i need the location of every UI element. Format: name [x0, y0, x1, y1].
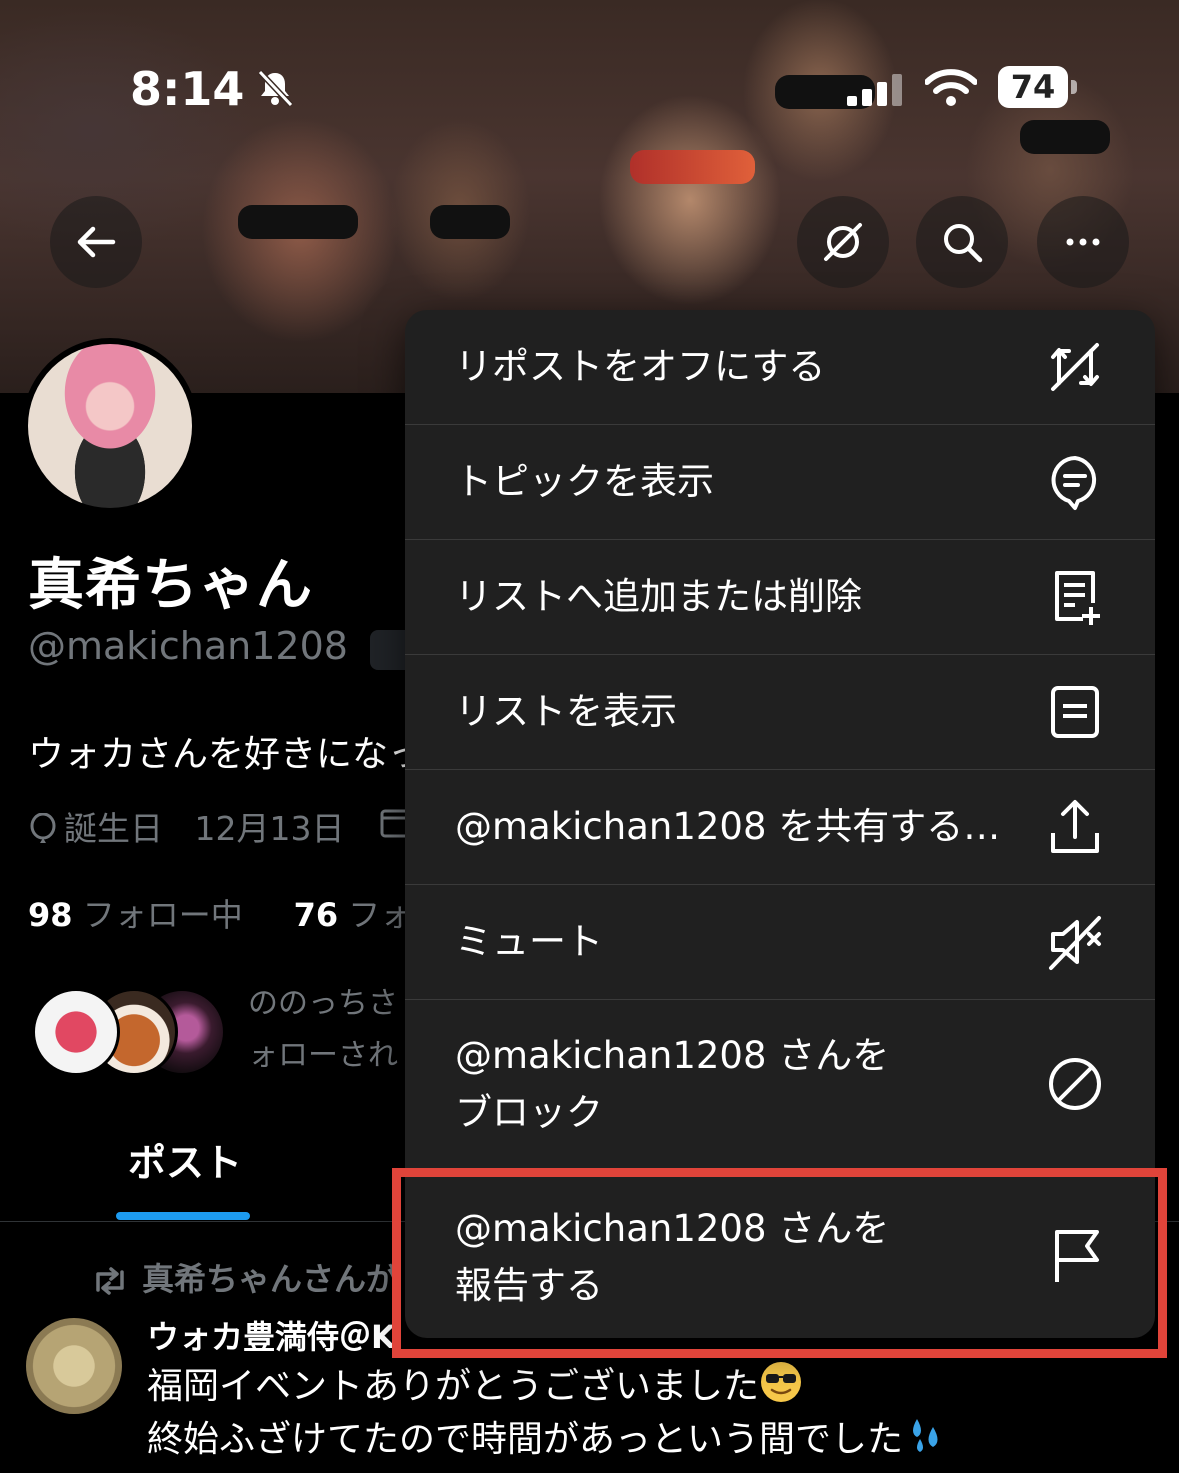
birthday-label: 誕生日 — [64, 809, 163, 848]
arrow-left-icon — [77, 226, 116, 258]
menu-item-view-lists[interactable]: リストを表示 — [405, 655, 1155, 770]
banner-photo-detail — [430, 205, 510, 239]
repost-off-icon — [1051, 343, 1099, 391]
repost-icon — [96, 1267, 124, 1295]
tweet-text[interactable]: 福岡イベントありがとうございました 終始ふざけてたので時間があっという間でした — [147, 1360, 947, 1466]
avatar — [32, 988, 120, 1076]
status-time: 8:14 — [130, 62, 245, 116]
grok-icon — [824, 223, 862, 261]
mute-icon — [1049, 916, 1101, 970]
bell-slash-icon — [257, 69, 294, 108]
wifi-icon — [925, 69, 977, 106]
banner-photo-detail — [630, 150, 755, 184]
more-button[interactable] — [1037, 196, 1129, 288]
repost-context: 真希ちゃんさんが — [90, 1254, 398, 1300]
tweet-author-name[interactable]: ウォカ豊満侍＠K — [147, 1312, 396, 1358]
highlight-box-report — [392, 1168, 1167, 1358]
profile-avatar[interactable] — [22, 338, 198, 514]
block-icon — [1049, 1058, 1101, 1110]
tab-posts[interactable]: ポスト — [128, 1132, 242, 1187]
grok-button[interactable] — [797, 196, 889, 288]
display-name: 真希ちゃん — [28, 553, 313, 618]
search-icon — [944, 224, 983, 263]
tweet-author-avatar[interactable] — [26, 1318, 122, 1414]
sunglasses-emoji-icon — [761, 1362, 802, 1402]
birthday-value: 12月13日 — [194, 809, 345, 848]
sweat-droplets-emoji-icon — [913, 1419, 938, 1452]
profile-handle: @makichan1208 — [28, 624, 348, 668]
menu-item-block[interactable]: @makichan1208 さんを ブロック — [405, 1000, 1155, 1169]
share-icon — [1051, 800, 1099, 853]
back-button[interactable] — [50, 196, 142, 288]
list-icon — [1051, 686, 1099, 738]
follow-stats[interactable]: 98 フォロー中 76 フォロ — [28, 890, 444, 936]
birthday-row: 誕生日 12月13日 — [28, 802, 344, 850]
list-add-icon — [1055, 571, 1100, 625]
following-count: 98 — [28, 896, 73, 934]
known-followers-text[interactable]: ののっちさ ォローされ — [248, 978, 398, 1082]
search-button[interactable] — [916, 196, 1008, 288]
cellular-signal-icon — [847, 74, 902, 106]
more-horizontal-icon — [1066, 238, 1100, 246]
balloon-icon — [30, 812, 56, 843]
menu-item-turn-off-reposts[interactable]: リポストをオフにする — [405, 310, 1155, 425]
banner-photo-detail — [238, 205, 358, 239]
menu-item-mute[interactable]: ミュート — [405, 885, 1155, 1000]
menu-item-add-remove-lists[interactable]: リストへ追加または削除 — [405, 540, 1155, 655]
topic-icon — [1051, 456, 1097, 510]
following-label: フォロー中 — [82, 896, 243, 934]
menu-item-share-profile[interactable]: @makichan1208 を共有する… — [405, 770, 1155, 885]
menu-item-show-topics[interactable]: トピックを表示 — [405, 425, 1155, 540]
active-tab-indicator — [116, 1212, 250, 1220]
profile-bio: ウォカさんを好きになっ — [28, 734, 425, 775]
battery-indicator: 74 — [998, 66, 1078, 108]
battery-level: 74 — [1010, 68, 1056, 106]
followers-count: 76 — [293, 896, 339, 934]
banner-photo-detail — [1020, 120, 1110, 154]
